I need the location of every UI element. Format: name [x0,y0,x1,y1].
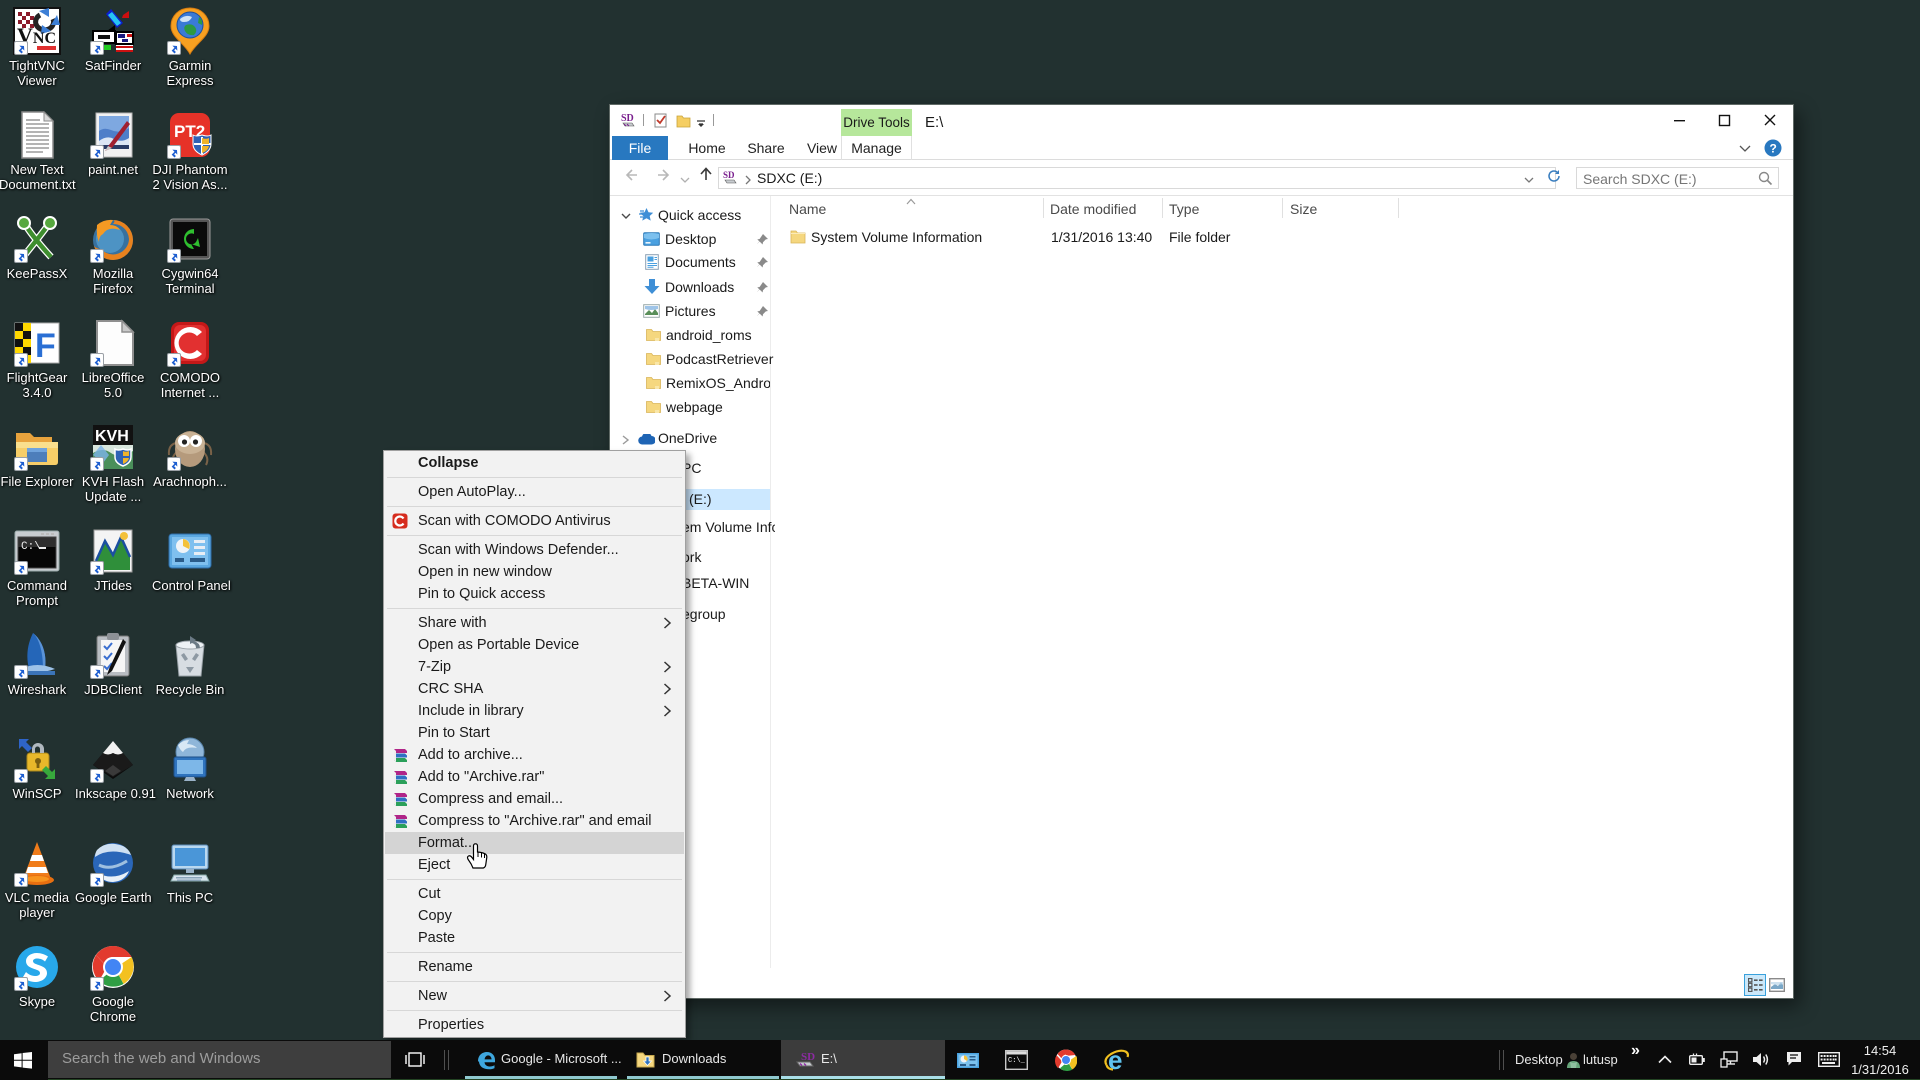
svg-text:C:\_: C:\_ [1008,1057,1026,1065]
svg-text:SD: SD [621,113,634,124]
svg-text:?: ? [1770,142,1777,156]
svg-text:F: F [35,327,56,365]
svg-text:SD: SD [723,170,735,180]
svg-text:C:\: C:\ [21,541,41,553]
svg-text:KVH: KVH [95,428,129,445]
svg-text:SD: SD [801,1051,815,1063]
